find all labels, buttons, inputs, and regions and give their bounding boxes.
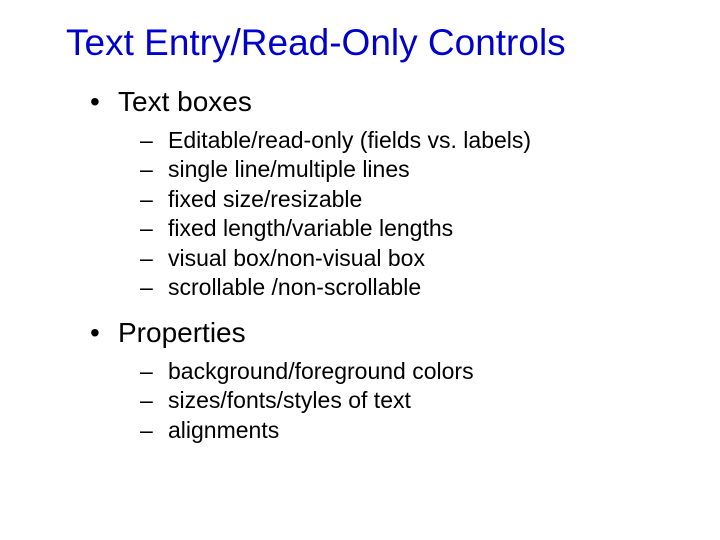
dash-icon: – xyxy=(140,386,168,415)
item-text: scrollable /non-scrollable xyxy=(168,274,421,300)
list-item: –sizes/fonts/styles of text xyxy=(140,386,670,415)
list-item: –single line/multiple lines xyxy=(140,155,670,184)
item-text: background/foreground colors xyxy=(168,358,474,384)
sub-list-properties: –background/foreground colors –sizes/fon… xyxy=(140,357,670,445)
list-item: –fixed size/resizable xyxy=(140,185,670,214)
dash-icon: – xyxy=(140,214,168,243)
list-item: –background/foreground colors xyxy=(140,357,670,386)
bullet-properties: •Properties xyxy=(90,317,670,349)
bullet-icon: • xyxy=(90,317,118,349)
item-text: alignments xyxy=(168,417,279,443)
list-item: –Editable/read-only (fields vs. labels) xyxy=(140,126,670,155)
list-item: –visual box/non-visual box xyxy=(140,244,670,273)
bullet-icon: • xyxy=(90,86,118,118)
dash-icon: – xyxy=(140,155,168,184)
slide-body: •Text boxes –Editable/read-only (fields … xyxy=(90,86,670,459)
bullet-text-boxes: •Text boxes xyxy=(90,86,670,118)
bullet-label: Text boxes xyxy=(118,86,252,117)
bullet-label: Properties xyxy=(118,317,246,348)
item-text: sizes/fonts/styles of text xyxy=(168,387,411,413)
list-item: –scrollable /non-scrollable xyxy=(140,273,670,302)
item-text: fixed length/variable lengths xyxy=(168,215,453,241)
dash-icon: – xyxy=(140,185,168,214)
dash-icon: – xyxy=(140,126,168,155)
list-item: –alignments xyxy=(140,416,670,445)
item-text: Editable/read-only (fields vs. labels) xyxy=(168,127,531,153)
dash-icon: – xyxy=(140,357,168,386)
slide: Text Entry/Read-Only Controls •Text boxe… xyxy=(0,0,720,540)
item-text: visual box/non-visual box xyxy=(168,245,425,271)
dash-icon: – xyxy=(140,416,168,445)
item-text: single line/multiple lines xyxy=(168,156,410,182)
dash-icon: – xyxy=(140,244,168,273)
list-item: –fixed length/variable lengths xyxy=(140,214,670,243)
sub-list-text-boxes: –Editable/read-only (fields vs. labels) … xyxy=(140,126,670,303)
item-text: fixed size/resizable xyxy=(168,186,362,212)
dash-icon: – xyxy=(140,273,168,302)
slide-title: Text Entry/Read-Only Controls xyxy=(66,22,566,64)
